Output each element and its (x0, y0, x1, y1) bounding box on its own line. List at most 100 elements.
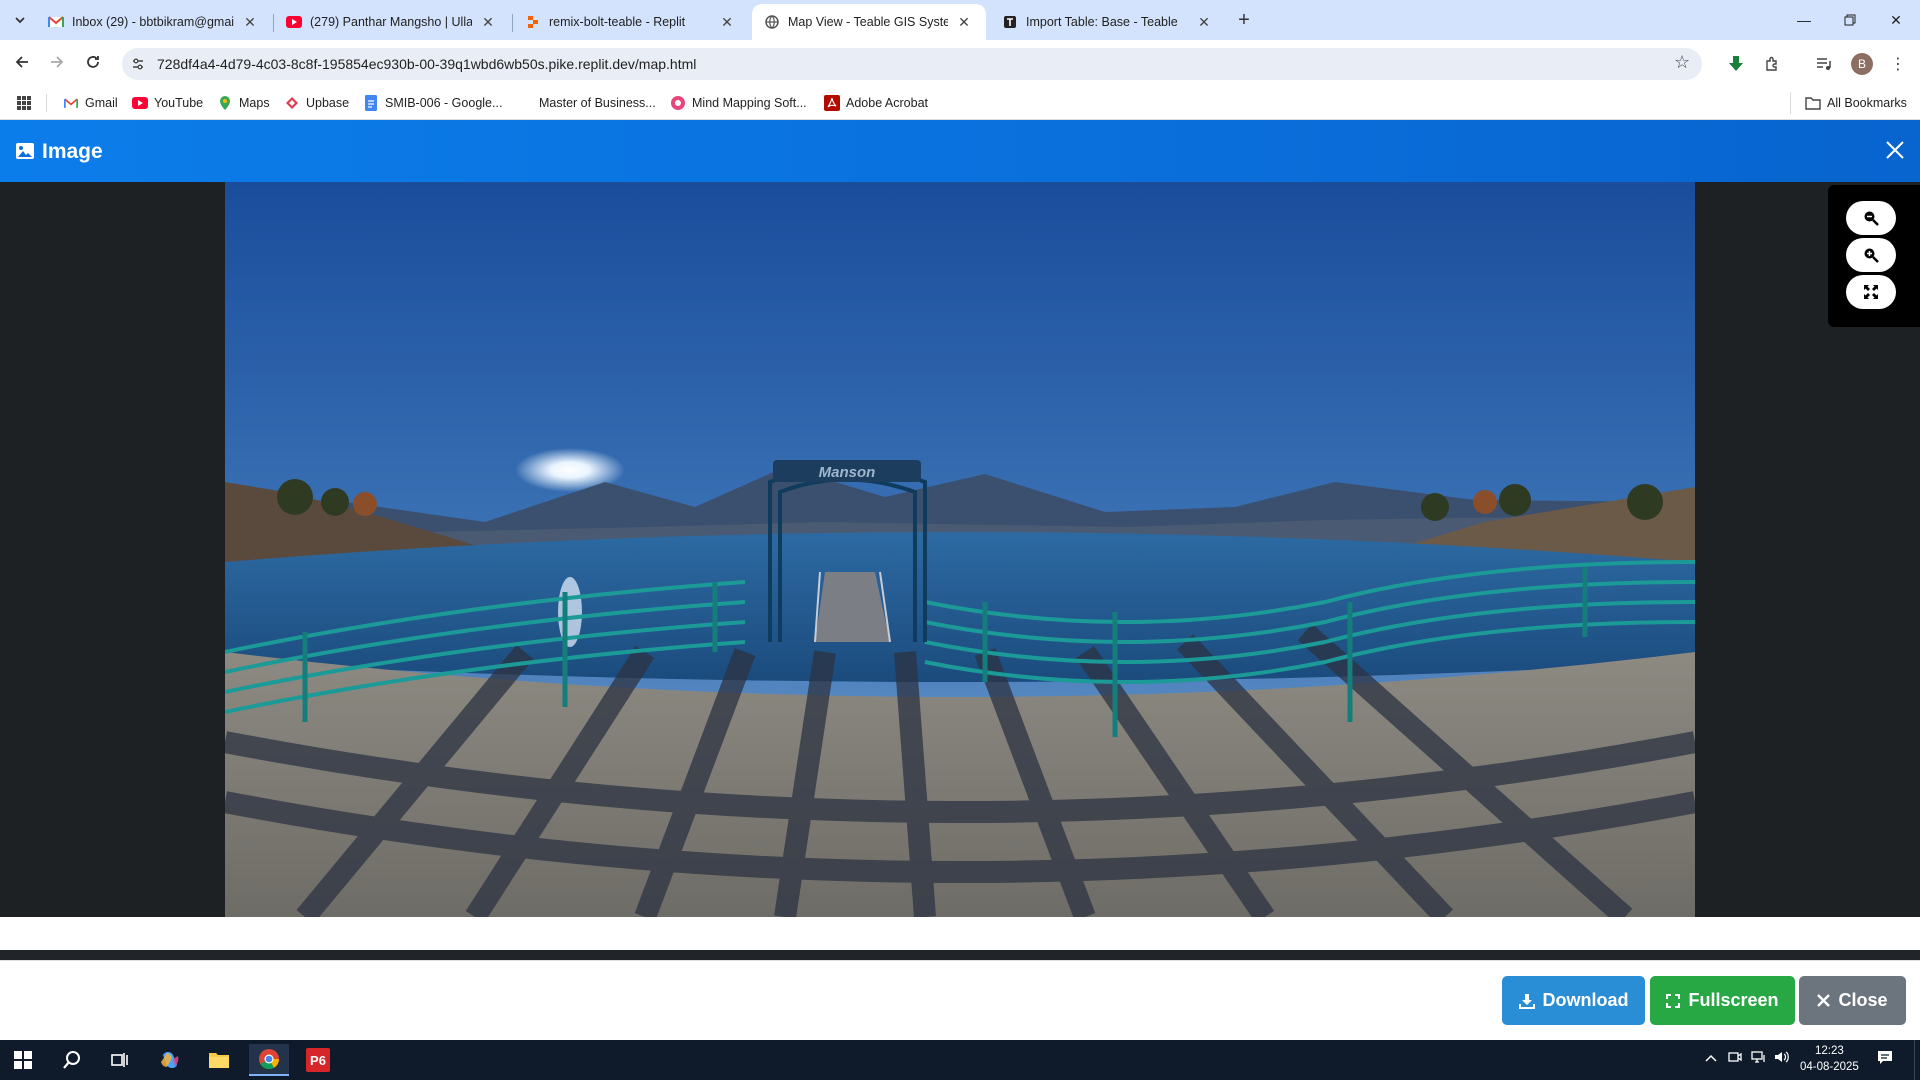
tab-title: (279) Panthar Mangsho | Ullas M (310, 15, 472, 29)
zoom-out-icon (1864, 211, 1879, 226)
upbase-icon (284, 95, 300, 111)
tab-title: Inbox (29) - bbtbikram@gmail.c (72, 15, 234, 29)
bookmark-label: Maps (239, 96, 270, 110)
bookmark-label: Adobe Acrobat (846, 96, 929, 110)
zoom-in-button[interactable] (1846, 238, 1896, 272)
tab-youtube[interactable]: (279) Panthar Mangsho | Ullas M ✕ (274, 4, 510, 40)
download-label: Download (1542, 990, 1629, 1010)
fit-screen-button[interactable] (1846, 275, 1896, 309)
teable-icon (1002, 14, 1018, 30)
copilot-app[interactable] (150, 1044, 190, 1076)
bookmark-adobe-acrobat[interactable]: Adobe Acrobat (824, 92, 928, 114)
bookmark-youtube[interactable]: YouTube (132, 92, 203, 114)
close-tab-icon[interactable]: ✕ (954, 12, 974, 32)
all-bookmarks-button[interactable]: All Bookmarks (1805, 92, 1907, 114)
tray-chevron-icon[interactable] (1705, 1050, 1717, 1065)
network-icon[interactable] (1751, 1050, 1767, 1067)
google-docs-icon (363, 95, 379, 111)
maps-pin-icon (217, 95, 233, 111)
modal-body-gap (0, 917, 1920, 950)
menu-kebab-icon[interactable]: ⋮ (1886, 52, 1910, 76)
clock-date: 04-08-2025 (1800, 1061, 1859, 1073)
tab-replit[interactable]: remix-bolt-teable - Replit ✕ (513, 4, 749, 40)
reload-button[interactable] (79, 48, 107, 76)
image-icon (15, 141, 35, 161)
chrome-app[interactable] (249, 1044, 289, 1076)
window-close-button[interactable]: ✕ (1873, 0, 1919, 40)
url-text[interactable]: 728df4a4-4d79-4c03-8c8f-195854ec930b-00-… (157, 56, 696, 72)
youtube-icon (132, 95, 148, 111)
apps-grid-icon (17, 96, 31, 110)
bookmark-smib[interactable]: SMIB-006 - Google... (363, 92, 502, 114)
globe-icon (764, 14, 780, 30)
bookmark-label: All Bookmarks (1827, 96, 1907, 110)
bookmark-label: SMIB-006 - Google... (385, 96, 503, 110)
profile-avatar[interactable]: B (1851, 53, 1873, 75)
download-icon[interactable] (1724, 52, 1748, 76)
tab-search-button[interactable] (6, 8, 34, 32)
restore-icon (1844, 14, 1856, 26)
bookmark-label: YouTube (154, 96, 204, 110)
gmail-icon (63, 95, 79, 111)
file-explorer-app[interactable] (199, 1044, 239, 1076)
close-button[interactable]: Close (1799, 976, 1906, 1025)
show-desktop-button[interactable] (1914, 1040, 1920, 1080)
svg-text:P6: P6 (310, 1053, 326, 1068)
zoom-out-button[interactable] (1846, 201, 1896, 235)
bookmark-star-icon[interactable]: ☆ (1674, 52, 1690, 73)
meet-now-icon[interactable] (1728, 1050, 1742, 1067)
system-clock[interactable]: 12:23 04-08-2025 (1800, 1043, 1859, 1075)
back-button[interactable] (8, 48, 36, 76)
close-tab-icon[interactable]: ✕ (717, 12, 737, 32)
tab-title: Import Table: Base - Teable (1026, 15, 1178, 29)
tab-title: remix-bolt-teable - Replit (549, 15, 686, 29)
modal-close-icon[interactable] (1882, 138, 1908, 164)
fullscreen-label: Fullscreen (1688, 990, 1779, 1010)
download-button[interactable]: Download (1502, 976, 1645, 1025)
reload-icon (87, 56, 99, 68)
blank-page-icon (517, 95, 533, 111)
notification-icon[interactable] (1877, 1050, 1893, 1069)
tab-gmail[interactable]: Inbox (29) - bbtbikram@gmail.c ✕ (36, 4, 272, 40)
new-tab-button[interactable]: + (1232, 8, 1256, 32)
tab-title: Map View - Teable GIS System (788, 15, 948, 29)
chrome-icon (259, 1049, 280, 1070)
close-tab-icon[interactable]: ✕ (478, 12, 498, 32)
modal-title: Image (42, 140, 103, 163)
bookmark-label: Gmail (85, 96, 118, 110)
minimize-button[interactable]: — (1781, 0, 1827, 40)
close-label: Close (1838, 990, 1888, 1010)
bookmark-gmail[interactable]: Gmail (63, 92, 118, 114)
site-info-icon[interactable] (128, 54, 148, 74)
download-icon (1518, 993, 1535, 1009)
task-view-button[interactable] (100, 1044, 140, 1076)
bookmarks-divider (46, 94, 47, 112)
extensions-icon[interactable] (1760, 52, 1784, 76)
close-tab-icon[interactable]: ✕ (240, 12, 260, 32)
replit-icon (525, 14, 541, 30)
apps-grid-button[interactable] (16, 92, 32, 114)
tab-map-view[interactable]: Map View - Teable GIS System ✕ (752, 4, 986, 40)
clock-time: 12:23 (1815, 1045, 1844, 1057)
arrow-right-icon (51, 56, 64, 68)
bookmark-mind-mapping[interactable]: Mind Mapping Soft... (670, 92, 807, 114)
p6-icon: P6 (306, 1048, 330, 1072)
media-control-icon[interactable] (1812, 52, 1836, 76)
close-tab-icon[interactable]: ✕ (1194, 12, 1214, 32)
panorama-image[interactable]: Manson (225, 182, 1695, 917)
expand-icon (1666, 993, 1681, 1008)
bookmark-maps[interactable]: Maps (217, 92, 270, 114)
task-view-icon (111, 1053, 128, 1067)
bookmark-master-business[interactable]: Master of Business... (517, 92, 656, 114)
modal-divider (0, 950, 1920, 960)
volume-icon[interactable] (1774, 1050, 1790, 1067)
fullscreen-button[interactable]: Fullscreen (1650, 976, 1795, 1025)
restore-button[interactable] (1827, 0, 1873, 40)
tab-teable-import[interactable]: Import Table: Base - Teable ✕ (990, 4, 1226, 40)
bookmark-upbase[interactable]: Upbase (284, 92, 349, 114)
start-button[interactable] (3, 1044, 43, 1076)
forward-button[interactable] (43, 48, 71, 76)
close-icon (1817, 994, 1831, 1007)
search-button[interactable] (52, 1044, 92, 1076)
primavera-p6-app[interactable]: P6 (298, 1044, 338, 1076)
